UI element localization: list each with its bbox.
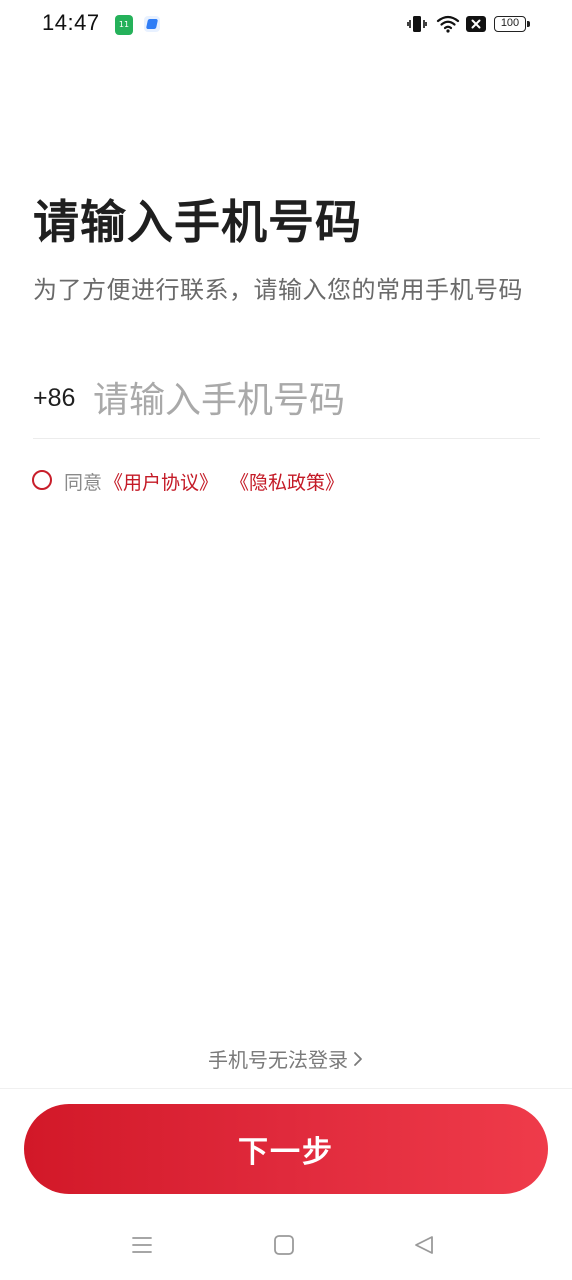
home-icon[interactable] xyxy=(273,1234,295,1260)
agree-prefix: 同意 xyxy=(64,472,103,494)
back-icon[interactable] xyxy=(413,1234,435,1260)
app-notification-icon: 11 xyxy=(115,15,133,35)
cant-login-link[interactable]: 手机号无法登录 xyxy=(0,1044,572,1074)
phone-number-input[interactable] xyxy=(93,372,533,428)
wifi-icon xyxy=(436,14,460,38)
menu-icon[interactable] xyxy=(131,1234,153,1260)
status-bar: 14:47 11 100 xyxy=(0,0,572,50)
country-code[interactable]: +86 xyxy=(33,384,75,413)
vibrate-icon xyxy=(407,14,427,38)
battery-icon: 100 xyxy=(494,16,526,32)
cant-login-label: 手机号无法登录 xyxy=(208,1048,348,1072)
no-sim-icon xyxy=(466,15,486,37)
divider xyxy=(0,1088,572,1089)
app-notification-icon-blue xyxy=(144,16,160,32)
next-button[interactable]: 下一步 xyxy=(24,1104,548,1194)
agree-checkbox[interactable] xyxy=(32,470,52,490)
phone-input-row: +86 xyxy=(33,360,540,439)
page-title: 请输入手机号码 xyxy=(33,195,362,249)
status-time: 14:47 xyxy=(42,10,100,35)
chevron-right-icon xyxy=(352,1049,364,1074)
user-agreement-link[interactable]: 《用户协议》 xyxy=(104,468,218,495)
privacy-policy-link[interactable]: 《隐私政策》 xyxy=(230,468,344,495)
battery-tip xyxy=(527,21,530,27)
page-subtitle: 为了方便进行联系，请输入您的常用手机号码 xyxy=(33,276,523,304)
